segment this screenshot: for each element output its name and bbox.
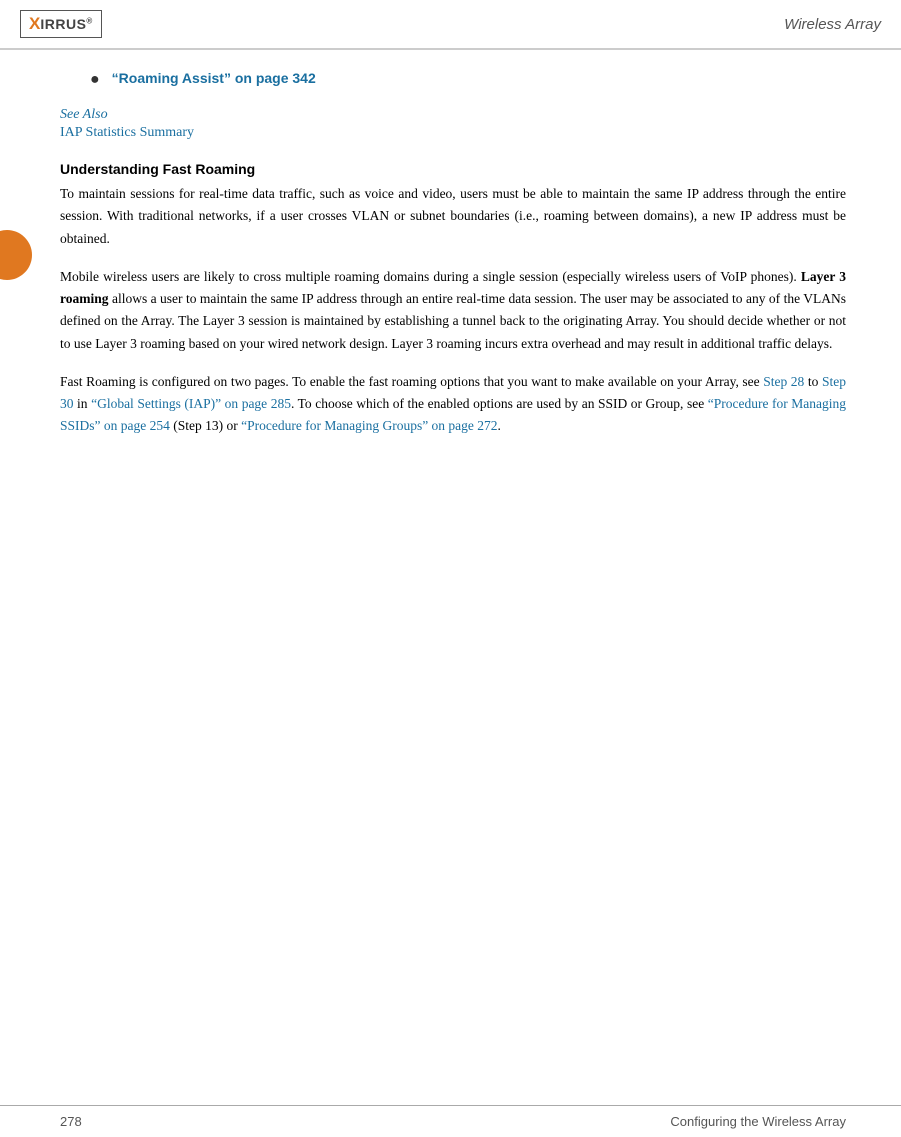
logo-container: X IRRUS® [20,10,102,38]
global-settings-link[interactable]: “Global Settings (IAP)” on page 285 [91,396,291,411]
step28-link[interactable]: Step 28 [763,374,804,389]
bullet-dot: ● [90,71,100,89]
paragraph-1: To maintain sessions for real-time data … [60,183,846,250]
header-title: Wireless Array [784,16,881,33]
logo-irrus-text: IRRUS® [40,16,92,32]
para3-text-1: Fast Roaming is configured on two pages.… [60,374,763,389]
page-number: 278 [60,1114,82,1129]
footer-right-text: Configuring the Wireless Array [670,1114,846,1129]
roaming-assist-link[interactable]: “Roaming Assist” on page 342 [112,70,316,86]
main-content: ● “Roaming Assist” on page 342 See Also … [0,50,901,474]
managing-groups-link[interactable]: “Procedure for Managing Groups” on page … [241,418,497,433]
see-also-section: See Also IAP Statistics Summary [60,107,846,141]
para3-text-5: (Step 13) or [170,418,241,433]
logo-x-letter: X [29,14,40,34]
see-also-label: See Also [60,107,846,123]
page-header: X IRRUS® Wireless Array [0,0,901,50]
para3-text-6: . [498,418,501,433]
para3-text-3: in [74,396,92,411]
para3-text-2: to [804,374,822,389]
para3-text-4: . To choose which of the enabled options… [291,396,708,411]
section-heading: Understanding Fast Roaming [60,161,846,177]
xirrus-logo: X IRRUS® [20,10,102,38]
paragraph-2: Mobile wireless users are likely to cros… [60,266,846,355]
page-footer: 278 Configuring the Wireless Array [0,1105,901,1137]
iap-statistics-link[interactable]: IAP Statistics Summary [60,125,194,140]
paragraph-3: Fast Roaming is configured on two pages.… [60,371,846,438]
para2-text-after-bold: allows a user to maintain the same IP ad… [60,291,846,351]
bullet-list-item: ● “Roaming Assist” on page 342 [60,70,846,89]
para2-text-before-bold: Mobile wireless users are likely to cros… [60,269,801,284]
